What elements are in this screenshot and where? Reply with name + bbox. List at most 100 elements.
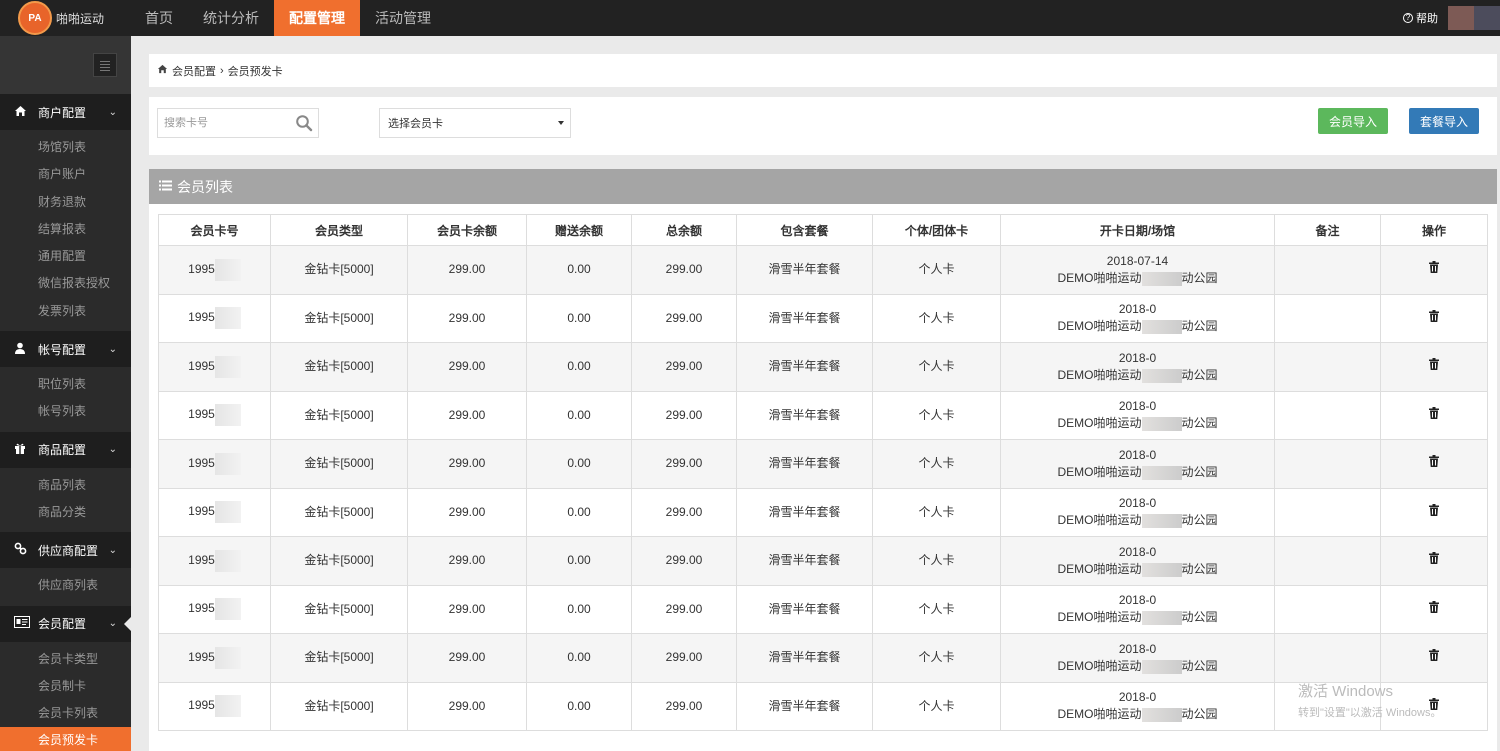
cell-package: 滑雪半年套餐 (736, 633, 873, 683)
cell-card-number: 1995 (158, 245, 271, 295)
sidebar-group-merchant[interactable]: 商户配置 ⌄ (0, 94, 131, 130)
cell-card-balance: 299.00 (407, 390, 527, 440)
redacted-block (1141, 271, 1182, 286)
nav-home[interactable]: 首页 (130, 0, 188, 36)
trash-icon[interactable] (1429, 600, 1439, 613)
logo-badge: PA (18, 1, 52, 35)
member-table: 会员卡号 会员类型 会员卡余额 赠送余额 总余额 包含套餐 个体/团体卡 开卡日… (158, 214, 1488, 731)
venue: DEMO啪啪运动 动公园 (1057, 561, 1218, 577)
package-import-button[interactable]: 套餐导入 (1409, 108, 1479, 134)
trash-icon[interactable] (1429, 309, 1439, 322)
sidebar-item-card-types[interactable]: 会员卡类型 (0, 646, 131, 673)
open-date: 2018-0 (1118, 447, 1157, 462)
sidebar-item-goods-list[interactable]: 商品列表 (0, 472, 131, 499)
nav-statistics[interactable]: 统计分析 (188, 0, 274, 36)
search-icon[interactable] (295, 114, 313, 132)
sidebar-group-goods[interactable]: 商品配置 ⌄ (0, 431, 131, 468)
cell-open-date-venue: 2018-0 DEMO啪啪运动 动公园 (1000, 633, 1275, 683)
redacted-block (1141, 562, 1182, 577)
table-row: 1995 金钻卡[5000] 299.00 0.00 299.00 滑雪半年套餐 个人卡 20… (158, 245, 1488, 295)
sidebar-item-settlement-report[interactable]: 结算报表 (0, 216, 131, 243)
sidebar-item-card-making[interactable]: 会员制卡 (0, 673, 131, 700)
member-card-select[interactable]: 选择会员卡 (379, 108, 571, 138)
home-icon (157, 64, 168, 77)
sidebar-item-position-list[interactable]: 职位列表 (0, 371, 131, 398)
cell-card-type: 金钻卡[5000] (270, 536, 408, 586)
breadcrumb-parent[interactable]: 会员配置 (172, 63, 216, 79)
sidebar-item-finance-refund[interactable]: 财务退款 (0, 189, 131, 216)
sidebar-item-supplier-list[interactable]: 供应商列表 (0, 572, 131, 599)
cell-card-balance: 299.00 (407, 633, 527, 683)
trash-icon[interactable] (1429, 358, 1439, 371)
cell-card-balance: 299.00 (407, 245, 527, 295)
cell-package: 滑雪半年套餐 (736, 390, 873, 440)
table-row: 1995 金钻卡[5000] 299.00 0.00 299.00 滑雪半年套餐 个人卡 20… (158, 342, 1488, 392)
column-header: 会员卡余额 (407, 214, 527, 246)
sidebar-toggle-button[interactable] (93, 53, 117, 77)
trash-icon[interactable] (1429, 261, 1439, 274)
top-nav: 首页 统计分析 配置管理 活动管理 (130, 0, 446, 36)
venue: DEMO啪啪运动 动公园 (1057, 658, 1218, 674)
table-row: 1995 金钻卡[5000] 299.00 0.00 299.00 滑雪半年套餐 个人卡 20… (158, 293, 1488, 343)
cell-total-balance: 299.00 (631, 584, 737, 634)
nav-activities[interactable]: 活动管理 (360, 0, 446, 36)
cell-card-balance: 299.00 (407, 584, 527, 634)
breadcrumb: 会员配置 › 会员预发卡 (149, 54, 1497, 87)
cell-actions (1380, 633, 1488, 683)
cell-card-number: 1995 (158, 293, 271, 343)
cell-card-type: 金钻卡[5000] (270, 487, 408, 537)
venue: DEMO啪啪运动 动公园 (1057, 610, 1218, 626)
cell-card-balance: 299.00 (407, 536, 527, 586)
cell-card-type: 金钻卡[5000] (270, 293, 408, 343)
help-link[interactable]: ? 帮助 (1403, 10, 1438, 26)
cell-card-type: 金钻卡[5000] (270, 633, 408, 683)
trash-icon[interactable] (1429, 649, 1439, 662)
sidebar-item-pre-issued-cards[interactable]: 会员预发卡 (0, 727, 131, 751)
cell-card-type: 金钻卡[5000] (270, 439, 408, 489)
cell-total-balance: 299.00 (631, 293, 737, 343)
open-date: 2018-0 (1118, 496, 1157, 511)
chevron-down-icon: ⌄ (108, 444, 117, 456)
sidebar-item-goods-category[interactable]: 商品分类 (0, 499, 131, 526)
cell-card-number: 1995 (158, 536, 271, 586)
column-header: 会员类型 (270, 214, 408, 246)
open-date: 2018-0 (1118, 641, 1157, 656)
cell-card-balance: 299.00 (407, 487, 527, 537)
cell-open-date-venue: 2018-0 DEMO啪啪运动 动公园 (1000, 536, 1275, 586)
sidebar-item-venue-list[interactable]: 场馆列表 (0, 134, 131, 161)
venue: DEMO啪啪运动 动公园 (1057, 513, 1218, 529)
cell-card-type: 金钻卡[5000] (270, 584, 408, 634)
redacted-block (1141, 514, 1182, 529)
help-label: 帮助 (1416, 13, 1438, 25)
cell-actions (1380, 536, 1488, 586)
trash-icon[interactable] (1429, 697, 1439, 710)
cell-card-number: 1995 (158, 584, 271, 634)
avatar[interactable] (1448, 6, 1500, 30)
trash-icon[interactable] (1429, 552, 1439, 565)
sidebar-item-wechat-report-auth[interactable]: 微信报表授权 (0, 270, 131, 297)
venue: DEMO啪啪运动 动公园 (1057, 464, 1218, 480)
sidebar-group-supplier[interactable]: 供应商配置 ⌄ (0, 532, 131, 569)
sidebar-item-account-list[interactable]: 帐号列表 (0, 398, 131, 425)
table-row: 1995 金钻卡[5000] 299.00 0.00 299.00 滑雪半年套餐 个人卡 20… (158, 681, 1488, 731)
nav-config[interactable]: 配置管理 (274, 0, 360, 36)
filter-bar: 选择会员卡 会员导入 套餐导入 (149, 97, 1497, 155)
trash-icon[interactable] (1429, 503, 1439, 516)
column-header: 开卡日期/场馆 (1000, 214, 1275, 246)
sidebar-item-card-list[interactable]: 会员卡列表 (0, 700, 131, 727)
member-import-button[interactable]: 会员导入 (1318, 108, 1388, 134)
breadcrumb-separator: › (220, 64, 224, 77)
sidebar-item-general-config[interactable]: 通用配置 (0, 243, 131, 270)
cell-card-balance: 299.00 (407, 681, 527, 731)
sidebar-item-invoice-list[interactable]: 发票列表 (0, 298, 131, 325)
trash-icon[interactable] (1429, 455, 1439, 468)
sidebar-item-merchant-account[interactable]: 商户账户 (0, 161, 131, 188)
trash-icon[interactable] (1429, 406, 1439, 419)
sidebar-group-account[interactable]: 帐号配置 ⌄ (0, 331, 131, 368)
search-input[interactable] (164, 117, 292, 129)
sidebar-group-member[interactable]: 会员配置 ⌄ (0, 605, 131, 642)
cell-card-number: 1995 (158, 439, 271, 489)
app-logo[interactable]: PA 啪啪运动 (0, 0, 130, 36)
open-date: 2018-0 (1118, 593, 1157, 608)
chevron-down-icon: ⌄ (108, 106, 117, 118)
